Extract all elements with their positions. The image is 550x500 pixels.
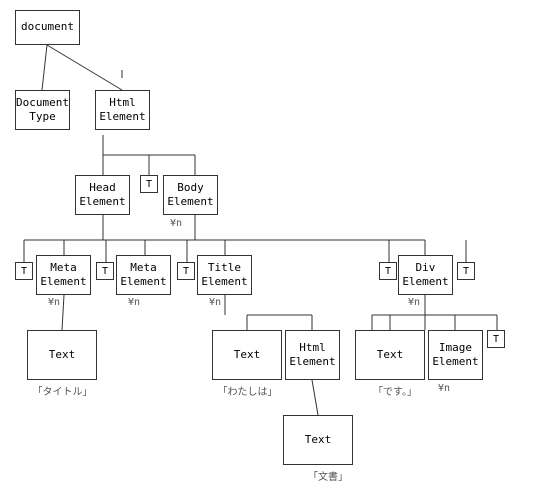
text-bunsho-label: Text <box>305 433 332 447</box>
html-element2-label: HtmlElement <box>289 341 335 370</box>
image-element-label: ImageElement <box>432 341 478 370</box>
div-element-node: DivElement <box>398 255 453 295</box>
t-after-div: T <box>457 262 475 280</box>
image-element-node: ImageElement <box>428 330 483 380</box>
html-element-top-node: HtmlElement <box>95 90 150 130</box>
text-title-label: Text <box>49 348 76 362</box>
html-element-top-label: HtmlElement <box>99 96 145 125</box>
yn-meta2-caption: ¥n <box>128 297 140 308</box>
yn-div-caption: ¥n <box>408 297 420 308</box>
meta-element2-label: MetaElement <box>120 261 166 290</box>
title-element-label: TitleElement <box>201 261 247 290</box>
document-label: document <box>21 20 74 34</box>
text-watashi-node: Text <box>212 330 282 380</box>
text-watashi-label: Text <box>234 348 261 362</box>
meta-element1-label: MetaElement <box>40 261 86 290</box>
document-type-label: DocumentType <box>16 96 69 125</box>
meta-element1-node: MetaElement <box>36 255 91 295</box>
t-before-div: T <box>379 262 397 280</box>
text-bunsho-node: Text <box>283 415 353 465</box>
yn-title-caption: ¥n <box>209 297 221 308</box>
t-before-title: T <box>177 262 195 280</box>
title-element-node: TitleElement <box>197 255 252 295</box>
diagram: document DocumentType HtmlElement HeadEl… <box>0 0 550 500</box>
t-before-meta1: T <box>15 262 33 280</box>
caption-bunsho: 「文書」 <box>293 468 363 483</box>
body-element-label: BodyElement <box>167 181 213 210</box>
div-element-label: DivElement <box>402 261 448 290</box>
caption-watashi: 「わたしは」 <box>200 383 295 398</box>
head-element-label: HeadElement <box>79 181 125 210</box>
text-desu-node: Text <box>355 330 425 380</box>
html-element2-node: HtmlElement <box>285 330 340 380</box>
yn-image-caption: ¥n <box>438 383 450 394</box>
connector-lines <box>0 0 550 500</box>
head-element-node: HeadElement <box>75 175 130 215</box>
yn-body-caption: ¥n <box>170 218 182 229</box>
t-before-meta2: T <box>96 262 114 280</box>
caption-desu: 「です。」 <box>355 383 435 398</box>
text-title-node: Text <box>27 330 97 380</box>
t-head-body: T <box>140 175 158 193</box>
text-desu-label: Text <box>377 348 404 362</box>
body-element-node: BodyElement <box>163 175 218 215</box>
document-node: document <box>15 10 80 45</box>
t-after-image: T <box>487 330 505 348</box>
yn-meta1-caption: ¥n <box>48 297 60 308</box>
caption-title: 「タイトル」 <box>15 383 110 398</box>
document-type-node: DocumentType <box>15 90 70 130</box>
meta-element2-node: MetaElement <box>116 255 171 295</box>
